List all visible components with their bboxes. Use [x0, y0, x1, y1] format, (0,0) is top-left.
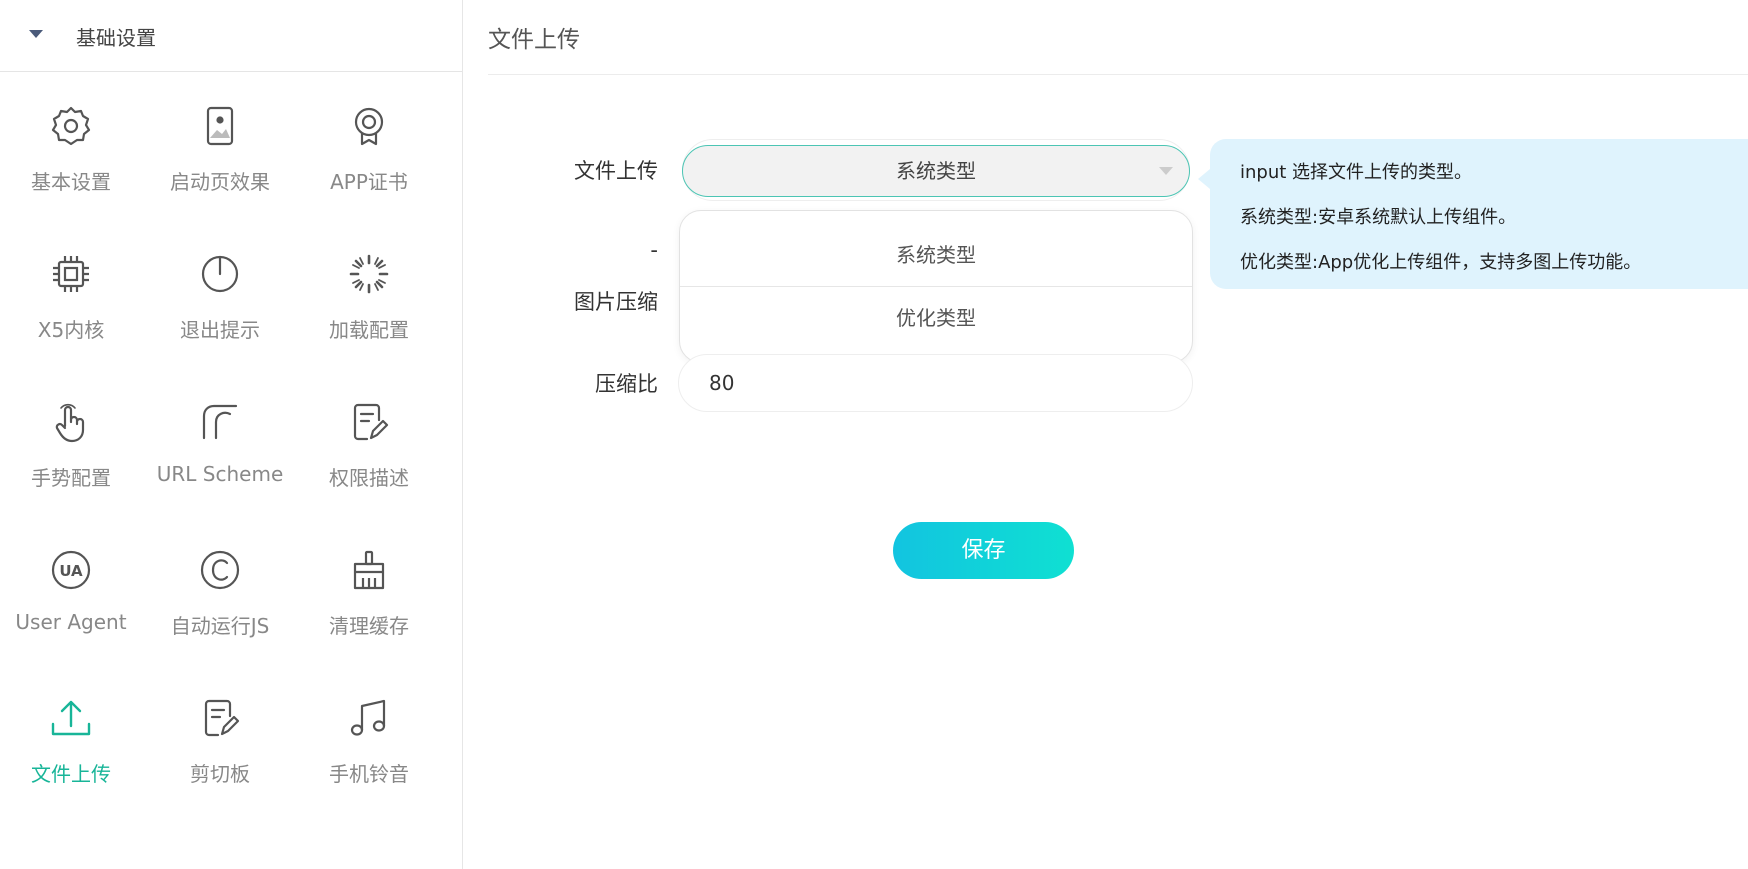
image-icon: [198, 104, 242, 148]
hidden-field-label: -: [650, 238, 658, 262]
menu-item-permission-desc[interactable]: 权限描述: [294, 368, 444, 508]
copyright-icon: [198, 548, 242, 592]
document-edit-icon: [347, 400, 391, 444]
menu-item-gesture-config[interactable]: 手势配置: [0, 368, 146, 508]
chevron-down-icon[interactable]: [1159, 167, 1173, 175]
music-icon: [347, 696, 391, 740]
clipboard-icon: [198, 696, 242, 740]
sidebar: 基础设置 基本设置 启动页效果 APP证书 X5内核 退出提示 加载配置 手势配…: [0, 0, 463, 869]
image-compress-label: 图片压缩: [574, 290, 658, 314]
chip-icon: [49, 252, 93, 296]
menu-item-label: URL Scheme: [156, 462, 284, 486]
page-title: 文件上传: [488, 27, 580, 53]
menu-item-basic-settings[interactable]: 基本设置: [0, 72, 146, 212]
menu-item-loading-config[interactable]: 加载配置: [294, 220, 444, 360]
menu-item-label: X5内核: [37, 318, 105, 342]
save-button[interactable]: 保存: [893, 522, 1074, 579]
menu-item-label: 启动页效果: [170, 170, 270, 194]
menu-item-label: 权限描述: [329, 466, 409, 490]
upload-icon: [49, 696, 93, 740]
certificate-icon: [347, 104, 391, 148]
menu-item-exit-prompt[interactable]: 退出提示: [145, 220, 295, 360]
upload-type-dropdown: 系统类型 优化类型: [679, 210, 1193, 363]
ua-icon: UA: [49, 548, 93, 592]
upload-type-label: 文件上传: [574, 159, 658, 183]
menu-item-label: User Agent: [15, 610, 127, 634]
menu-item-label: 剪切板: [190, 762, 250, 786]
menu-item-url-scheme[interactable]: URL Scheme: [145, 368, 295, 508]
broom-icon: [347, 548, 391, 592]
main-panel: 文件上传 文件上传 - 图片压缩 压缩比 系统类型 系统类型 优化类型 80 保…: [464, 0, 1748, 869]
menu-item-label: APP证书: [330, 170, 408, 194]
menu-item-clipboard[interactable]: 剪切板: [145, 664, 295, 804]
menu-item-ringtone[interactable]: 手机铃音: [294, 664, 444, 804]
title-divider: [488, 74, 1748, 75]
svg-text:UA: UA: [59, 562, 83, 580]
sidebar-header-title: 基础设置: [76, 26, 156, 50]
compress-ratio-label: 压缩比: [595, 372, 658, 396]
hand-icon: [49, 400, 93, 444]
menu-item-label: 基本设置: [31, 170, 111, 194]
option-optimized-type[interactable]: 优化类型: [680, 287, 1192, 349]
menu-item-label: 清理缓存: [329, 614, 409, 638]
menu-item-file-upload[interactable]: 文件上传: [0, 664, 146, 804]
compress-ratio-input[interactable]: 80: [678, 354, 1193, 412]
menu-item-label: 手机铃音: [329, 762, 409, 786]
select-value: 系统类型: [896, 159, 976, 183]
upload-type-select[interactable]: 系统类型: [682, 145, 1190, 197]
caret-down-icon[interactable]: [29, 30, 43, 38]
tooltip-line-1: input 选择文件上传的类型。: [1240, 162, 1473, 183]
sidebar-header[interactable]: 基础设置: [0, 0, 462, 72]
menu-item-splash-effect[interactable]: 启动页效果: [145, 72, 295, 212]
loading-icon: [347, 252, 391, 296]
tooltip-line-3: 优化类型:App优化上传组件，支持多图上传功能。: [1240, 252, 1642, 273]
option-system-type[interactable]: 系统类型: [680, 224, 1192, 287]
menu-item-label: 手势配置: [31, 466, 111, 490]
help-tooltip: input 选择文件上传的类型。 系统类型:安卓系统默认上传组件。 优化类型:A…: [1198, 139, 1748, 289]
menu-item-label: 文件上传: [31, 762, 111, 786]
menu-item-user-agent[interactable]: UA User Agent: [0, 516, 146, 656]
gear-icon: [49, 104, 93, 148]
menu-item-clear-cache[interactable]: 清理缓存: [294, 516, 444, 656]
menu-item-label: 加载配置: [329, 318, 409, 342]
menu-item-app-certificate[interactable]: APP证书: [294, 72, 444, 212]
menu-item-label: 退出提示: [180, 318, 260, 342]
menu-item-x5-kernel[interactable]: X5内核: [0, 220, 146, 360]
power-icon: [198, 252, 242, 296]
menu-item-auto-run-js[interactable]: 自动运行JS: [145, 516, 295, 656]
tooltip-line-2: 系统类型:安卓系统默认上传组件。: [1240, 207, 1517, 228]
url-scheme-icon: [198, 400, 242, 444]
menu-item-label: 自动运行JS: [170, 614, 270, 638]
